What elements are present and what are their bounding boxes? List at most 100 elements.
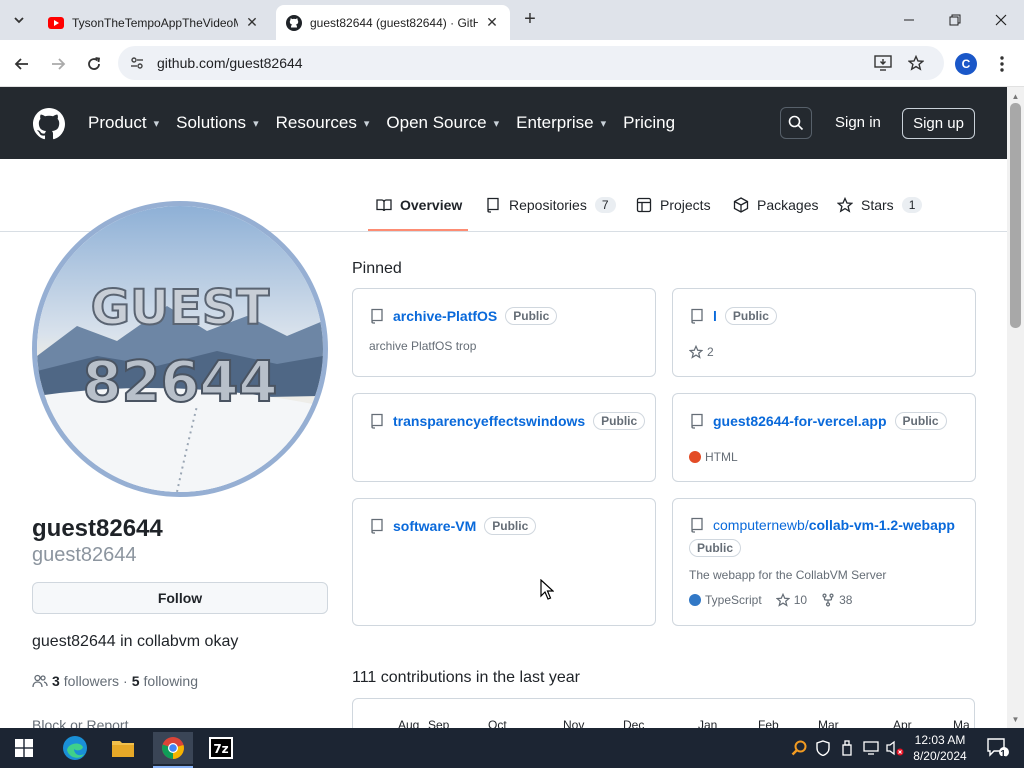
pinned-heading: Pinned: [352, 260, 402, 277]
site-info-icon[interactable]: [128, 54, 146, 72]
file-explorer-icon[interactable]: [103, 732, 143, 764]
month-label: Nov: [563, 718, 585, 728]
nav-pricing[interactable]: Pricing: [623, 113, 675, 133]
svg-text:GUEST: GUEST: [91, 280, 270, 336]
github-search-button[interactable]: [780, 107, 812, 139]
tab-stars[interactable]: Stars 1: [837, 189, 923, 229]
search-icon: [788, 115, 804, 131]
close-tab-icon[interactable]: ✕: [244, 14, 260, 31]
forks-count[interactable]: 38: [821, 593, 852, 607]
browser-tab-youtube[interactable]: TysonTheTempoAppTheVideoM ✕: [38, 5, 270, 40]
pinned-repo-card: transparencyeffectswindows Public: [352, 393, 656, 482]
close-tab-icon[interactable]: ✕: [484, 14, 500, 31]
stars-count[interactable]: 10: [775, 593, 807, 607]
avatar[interactable]: GUEST 82644: [32, 201, 328, 497]
visibility-badge: Public: [894, 412, 947, 430]
followers-link[interactable]: 3 followers: [52, 673, 119, 689]
volume-muted-icon[interactable]: [884, 728, 906, 768]
close-window-icon[interactable]: [978, 6, 1024, 34]
minimize-icon[interactable]: [886, 6, 932, 34]
stars-count-badge: 1: [901, 197, 923, 213]
tab-packages[interactable]: Packages: [733, 189, 818, 229]
youtube-icon: [48, 15, 64, 31]
month-label: Ma: [953, 718, 970, 728]
chevron-down-icon: ▾: [600, 117, 607, 130]
repo-link[interactable]: guest82644-for-vercel.app: [713, 413, 887, 429]
nav-resources[interactable]: Resources ▾: [276, 113, 370, 133]
restore-icon[interactable]: [932, 6, 978, 34]
search-tray-icon[interactable]: [788, 728, 810, 768]
tab-title: guest82644 (guest82644) · GitHub: [310, 15, 478, 30]
follow-button[interactable]: Follow: [32, 582, 328, 614]
contributions-heading: 111 contributions in the last year: [352, 669, 580, 686]
browser-tab-github[interactable]: guest82644 (guest82644) · GitHub ✕: [276, 5, 510, 40]
month-label: Feb: [758, 718, 779, 728]
system-clock[interactable]: 12:03 AM 8/20/2024: [905, 732, 975, 764]
chevron-down-icon: ▾: [153, 117, 160, 130]
profile-bio: guest82644 in collabvm okay: [32, 633, 239, 650]
month-label: Sep: [428, 718, 450, 728]
followers-row: 3 followers · 5 following: [32, 673, 198, 689]
usb-device-icon[interactable]: [836, 728, 858, 768]
visibility-badge: Public: [724, 307, 777, 325]
language-color-dot: [689, 451, 701, 463]
tab-search-chevron-icon[interactable]: [6, 8, 32, 32]
repo-link[interactable]: l: [713, 308, 717, 324]
nav-solutions[interactable]: Solutions ▾: [176, 113, 258, 133]
chrome-icon[interactable]: [153, 732, 193, 768]
forward-arrow-icon[interactable]: [45, 51, 71, 77]
github-logo-icon[interactable]: [33, 108, 65, 140]
scroll-up-arrow-icon[interactable]: ▲: [1007, 89, 1024, 103]
repo-link[interactable]: transparencyeffectswindows: [393, 413, 585, 429]
star-icon: [837, 197, 853, 213]
scrollbar-thumb[interactable]: [1010, 103, 1021, 328]
following-link[interactable]: 5 following: [132, 673, 198, 689]
package-icon: [733, 197, 749, 213]
nav-open-source[interactable]: Open Source ▾: [386, 113, 499, 133]
address-bar[interactable]: github.com/guest82644: [118, 46, 944, 80]
chevron-down-icon: ▾: [493, 117, 500, 130]
repo-icon: [689, 517, 705, 533]
scroll-down-arrow-icon[interactable]: ▼: [1007, 712, 1024, 726]
browser-menu-icon[interactable]: [992, 52, 1012, 76]
page-viewport: Product ▾ Solutions ▾ Resources ▾ Open Sour…: [0, 87, 1007, 728]
7zip-icon[interactable]: 7z: [201, 732, 241, 764]
nav-enterprise[interactable]: Enterprise ▾: [516, 113, 606, 133]
pinned-repo-card: computernewb/collab-vm-1.2-webapp Public…: [672, 498, 976, 626]
bookmark-star-icon[interactable]: [906, 53, 926, 73]
defender-shield-icon[interactable]: [812, 728, 834, 768]
sign-up-button[interactable]: Sign up: [902, 108, 975, 139]
tab-overview[interactable]: Overview: [376, 189, 462, 229]
tab-title: TysonTheTempoAppTheVideoM: [72, 15, 238, 30]
tab-repositories[interactable]: Repositories 7: [485, 189, 616, 229]
reload-icon[interactable]: [81, 51, 107, 77]
month-label: Oct: [488, 718, 507, 728]
browser-tab-strip: TysonTheTempoAppTheVideoM ✕ guest82644 (…: [0, 0, 1024, 40]
stars-count[interactable]: 2: [689, 345, 714, 359]
page-scrollbar[interactable]: ▲ ▼: [1007, 87, 1024, 728]
back-arrow-icon[interactable]: [9, 51, 35, 77]
repo-description: The webapp for the CollabVM Server: [689, 568, 887, 582]
nav-product[interactable]: Product ▾: [88, 113, 159, 133]
month-label: Mar: [818, 718, 839, 728]
network-icon[interactable]: [860, 728, 882, 768]
repo-link[interactable]: software-VM: [393, 518, 476, 534]
repo-icon: [369, 518, 385, 534]
svg-text:82644: 82644: [83, 350, 278, 415]
chevron-down-icon: ▾: [253, 117, 259, 130]
notifications-icon[interactable]: 1: [978, 728, 1018, 768]
windows-start-icon[interactable]: [4, 732, 44, 764]
install-app-icon[interactable]: [873, 53, 893, 73]
edge-icon[interactable]: [55, 732, 95, 764]
new-tab-plus-icon[interactable]: +: [518, 9, 542, 30]
repo-link[interactable]: archive-PlatfOS: [393, 308, 497, 324]
profile-avatar[interactable]: C: [955, 53, 977, 75]
star-icon: [775, 593, 790, 607]
repo-link[interactable]: computernewb/collab-vm-1.2-webapp: [713, 517, 955, 533]
svg-text:7z: 7z: [213, 742, 228, 756]
sign-in-link[interactable]: Sign in: [835, 114, 881, 131]
repo-language: TypeScript: [689, 593, 762, 607]
repo-language: HTML: [689, 450, 738, 464]
block-report-link[interactable]: Block or Report: [32, 717, 128, 728]
tab-projects[interactable]: Projects: [636, 189, 711, 229]
